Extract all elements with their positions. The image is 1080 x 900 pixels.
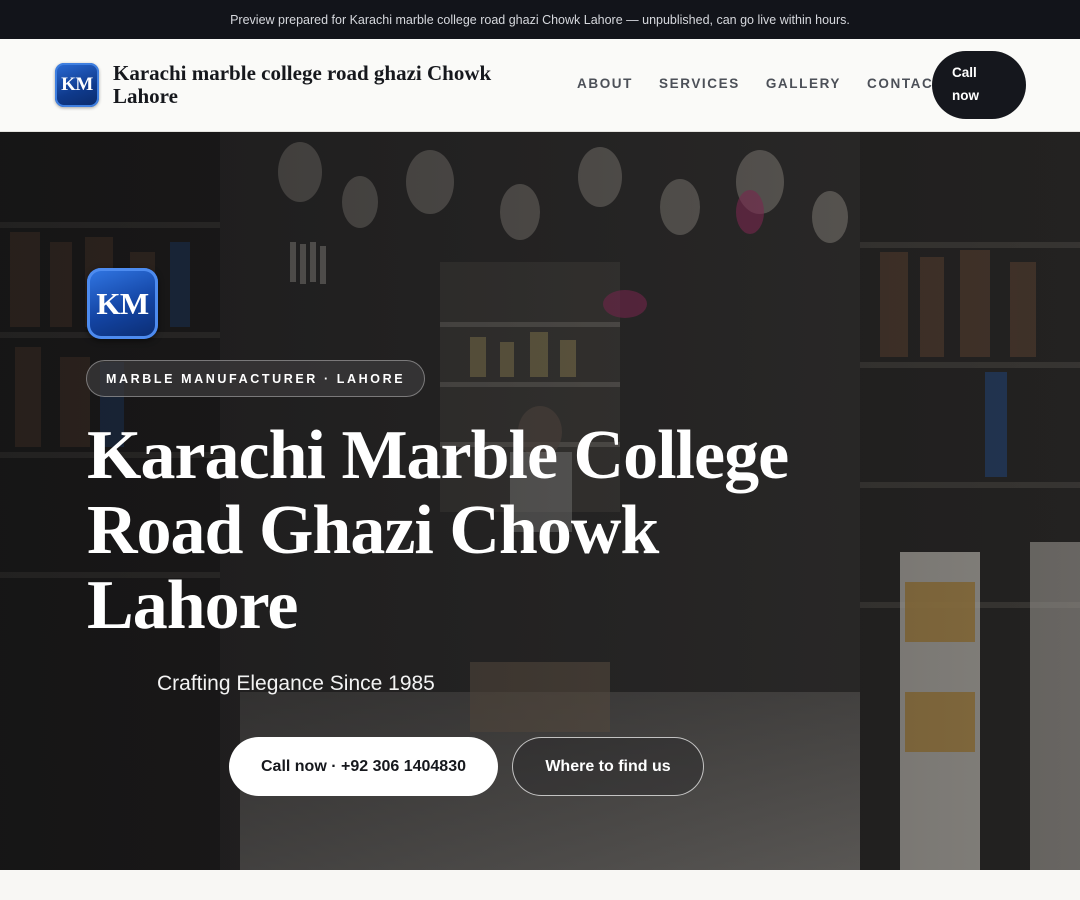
header-logo[interactable]: KM xyxy=(55,63,99,107)
hero-logo-text: KM xyxy=(96,285,149,321)
hero-category-badge: MARBLE MANUFACTURER · LAHORE xyxy=(86,360,426,397)
hero-subtitle: Crafting Elegance Since 1985 xyxy=(157,672,435,695)
hero-title: Karachi Marble College Road Ghazi Chowk … xyxy=(87,417,789,644)
main-nav: ABOUT SERVICES GALLERY CONTACT xyxy=(577,76,943,91)
hero-call-button[interactable]: Call now · +92 306 1404830 xyxy=(229,737,498,796)
nav-link-gallery[interactable]: GALLERY xyxy=(766,76,841,91)
nav-link-about[interactable]: ABOUT xyxy=(577,76,633,91)
hero-logo: KM xyxy=(87,268,158,339)
site-header: KM Karachi marble college road ghazi Cho… xyxy=(0,39,1080,132)
next-section-start xyxy=(0,870,1080,900)
header-call-button[interactable]: Call now xyxy=(932,51,1026,119)
hero-location-button[interactable]: Where to find us xyxy=(512,737,704,796)
nav-link-services[interactable]: SERVICES xyxy=(659,76,740,91)
preview-banner-text: Preview prepared for Karachi marble coll… xyxy=(230,12,850,27)
header-logo-text: KM xyxy=(61,74,93,95)
hero-section: KM MARBLE MANUFACTURER · LAHORE Karachi … xyxy=(0,132,1080,870)
preview-banner: Preview prepared for Karachi marble coll… xyxy=(0,0,1080,39)
brand-name[interactable]: Karachi marble college road ghazi Chowk … xyxy=(113,62,533,108)
